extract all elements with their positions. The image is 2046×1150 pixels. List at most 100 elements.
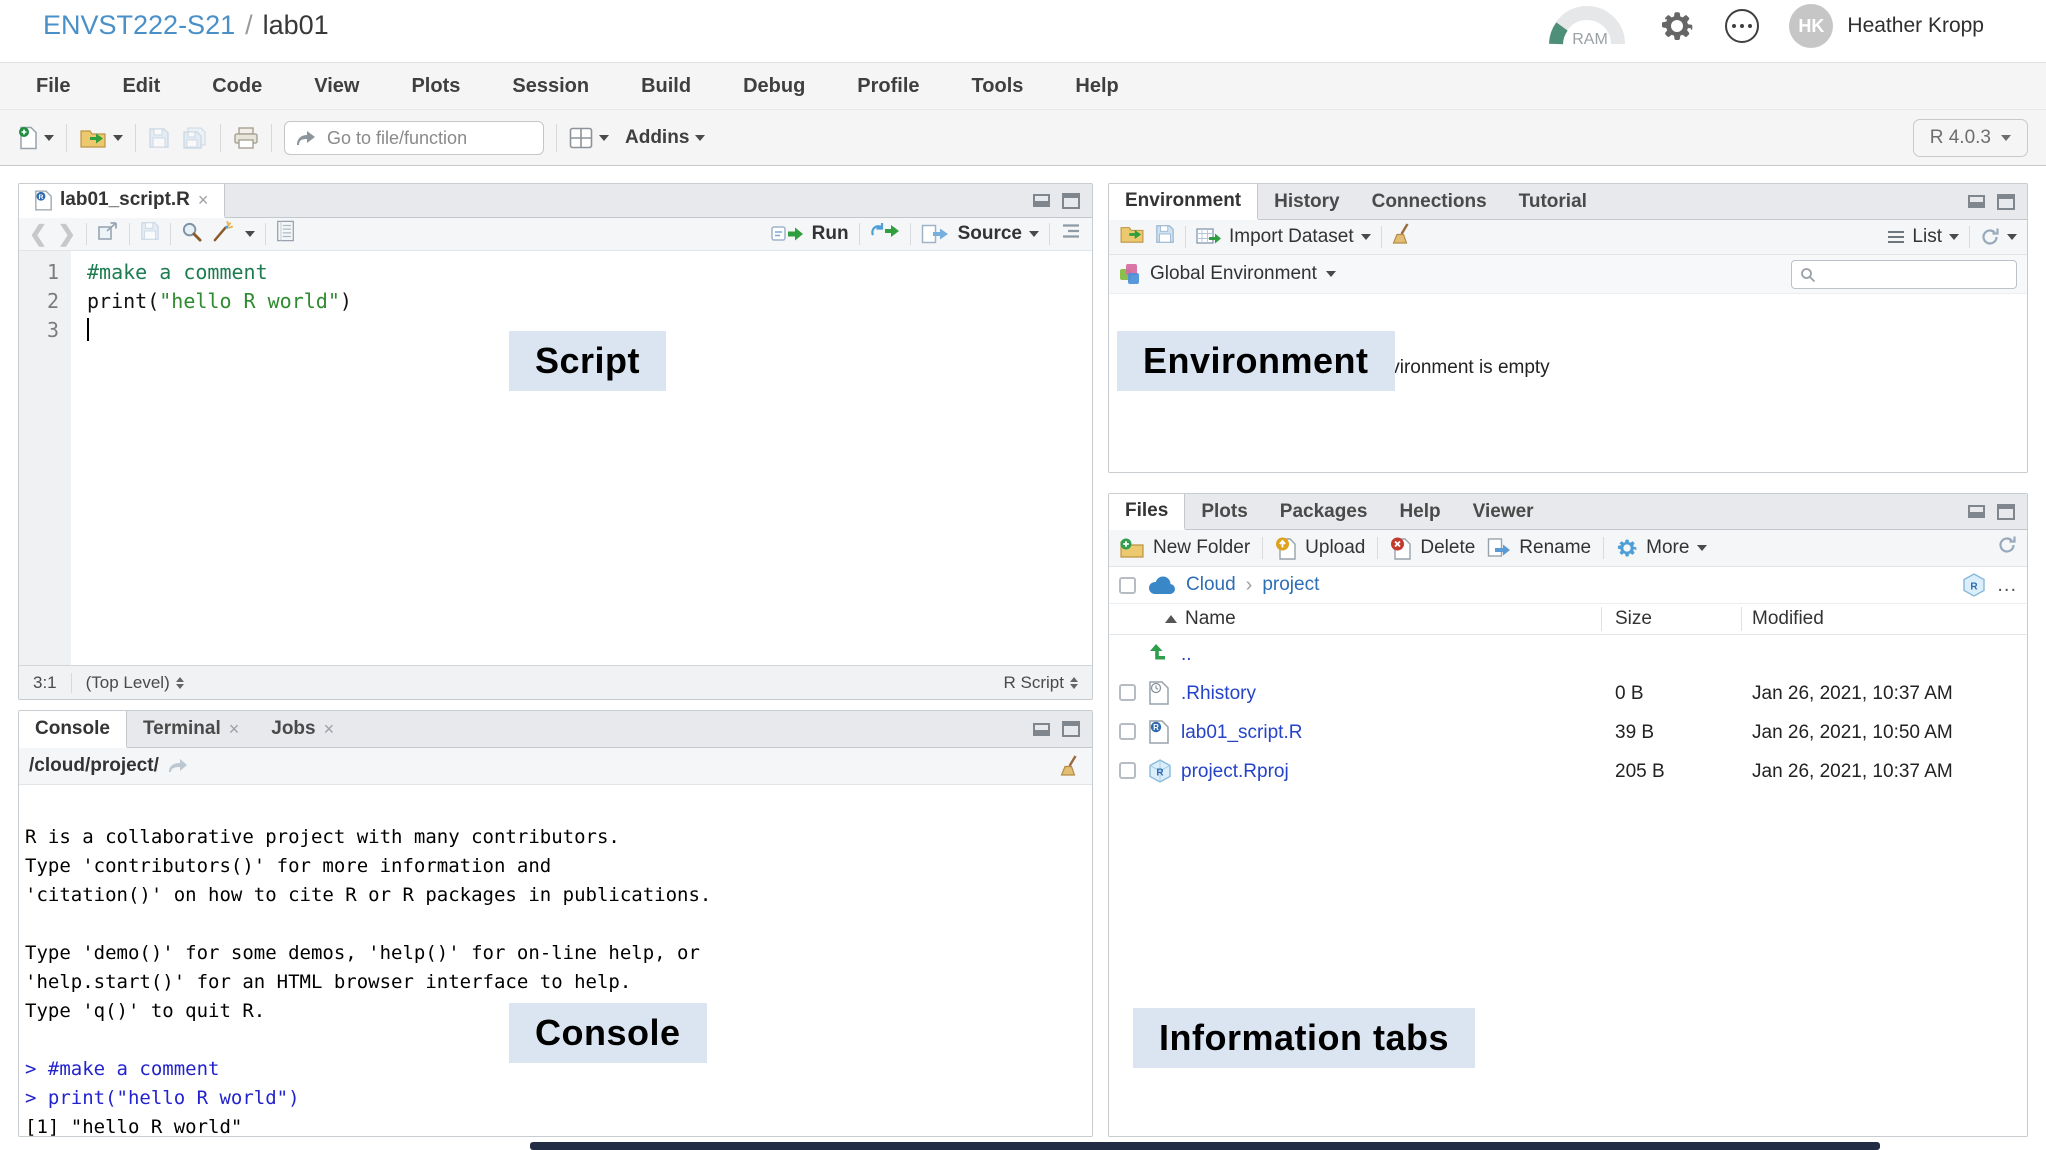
menu-item-edit[interactable]: Edit bbox=[122, 75, 160, 98]
compile-report-icon[interactable] bbox=[276, 220, 295, 248]
refresh-button[interactable] bbox=[1997, 535, 2017, 561]
menu-item-profile[interactable]: Profile bbox=[857, 75, 919, 98]
tab-lab01-script[interactable]: R lab01_script.R × bbox=[19, 184, 225, 218]
open-file-button[interactable] bbox=[79, 127, 123, 149]
settings-gear-icon[interactable] bbox=[1659, 8, 1695, 44]
chevron-down-icon[interactable] bbox=[2007, 234, 2017, 240]
checkbox[interactable] bbox=[1119, 723, 1136, 740]
back-icon[interactable]: ❮ bbox=[29, 223, 47, 245]
new-file-button[interactable] bbox=[18, 126, 54, 150]
maximize-pane-icon[interactable] bbox=[1062, 193, 1080, 209]
menu-item-build[interactable]: Build bbox=[641, 75, 691, 98]
r-version-button[interactable]: R 4.0.3 bbox=[1913, 119, 2028, 157]
tab-viewer[interactable]: Viewer bbox=[1457, 494, 1550, 529]
code-body[interactable]: #make a commentprint("hello R world") bbox=[71, 251, 1092, 666]
environment-scope-selector[interactable]: Global Environment bbox=[1150, 263, 1336, 285]
avatar[interactable]: HK bbox=[1789, 4, 1833, 48]
save-all-button[interactable] bbox=[182, 126, 208, 150]
refresh-button[interactable] bbox=[1980, 227, 2017, 247]
tab-plots[interactable]: Plots bbox=[1185, 494, 1263, 529]
rerun-button[interactable] bbox=[870, 222, 900, 246]
scope-selector[interactable]: (Top Level) bbox=[86, 673, 184, 693]
print-button[interactable] bbox=[233, 126, 259, 150]
delete-button[interactable]: Delete bbox=[1390, 536, 1475, 560]
minimize-pane-icon[interactable] bbox=[1033, 723, 1050, 736]
file-row[interactable]: Rlab01_script.R39 BJan 26, 2021, 10:50 A… bbox=[1109, 713, 2027, 752]
file-name-link[interactable]: .. bbox=[1181, 644, 1192, 666]
new-folder-button[interactable]: New Folder bbox=[1119, 537, 1250, 559]
chevron-down-icon[interactable] bbox=[113, 135, 123, 141]
file-row[interactable]: Rproject.Rproj205 BJan 26, 2021, 10:37 A… bbox=[1109, 752, 2027, 791]
menu-item-plots[interactable]: Plots bbox=[411, 75, 460, 98]
console-output[interactable]: R is a collaborative project with many c… bbox=[19, 815, 1092, 1136]
tab-jobs[interactable]: Jobs× bbox=[255, 711, 350, 747]
upload-button[interactable]: Upload bbox=[1275, 536, 1365, 560]
code-tools-wand-icon[interactable] bbox=[212, 220, 235, 249]
column-header-name[interactable]: Name bbox=[1165, 608, 1236, 630]
goto-directory-arrow-icon[interactable] bbox=[167, 758, 189, 774]
more-button[interactable]: More bbox=[1616, 537, 1707, 559]
tab-environment[interactable]: Environment bbox=[1109, 184, 1258, 220]
minimize-pane-icon[interactable] bbox=[1968, 505, 1985, 518]
load-workspace-icon[interactable] bbox=[1119, 224, 1145, 250]
tab-history[interactable]: History bbox=[1258, 184, 1355, 219]
chevron-down-icon[interactable] bbox=[245, 231, 255, 237]
list-view-button[interactable]: List bbox=[1887, 226, 1959, 248]
close-icon[interactable]: × bbox=[198, 190, 209, 211]
project-link[interactable]: ENVST222-S21 bbox=[43, 10, 235, 40]
code-editor[interactable]: 123 #make a commentprint("hello R world"… bbox=[19, 251, 1092, 666]
addins-button[interactable]: Addins bbox=[621, 127, 705, 149]
path-overflow-button[interactable]: ... bbox=[1997, 574, 2017, 597]
maximize-pane-icon[interactable] bbox=[1062, 721, 1080, 737]
menu-item-file[interactable]: File bbox=[36, 75, 70, 98]
column-header-modified[interactable]: Modified bbox=[1752, 608, 1824, 630]
file-row[interactable]: .Rhistory0 BJan 26, 2021, 10:37 AM bbox=[1109, 674, 2027, 713]
menu-item-view[interactable]: View bbox=[314, 75, 359, 98]
tab-console[interactable]: Console bbox=[19, 711, 127, 748]
file-name-link[interactable]: lab01_script.R bbox=[1181, 722, 1302, 744]
find-replace-icon[interactable] bbox=[181, 221, 202, 248]
tab-tutorial[interactable]: Tutorial bbox=[1503, 184, 1603, 219]
chevron-down-icon[interactable] bbox=[599, 135, 609, 141]
save-icon[interactable] bbox=[140, 221, 160, 247]
pane-layout-button[interactable] bbox=[569, 127, 609, 149]
save-button[interactable] bbox=[148, 127, 170, 149]
goto-file-search[interactable] bbox=[284, 121, 544, 155]
tab-packages[interactable]: Packages bbox=[1264, 494, 1384, 529]
menu-item-help[interactable]: Help bbox=[1075, 75, 1118, 98]
import-dataset-button[interactable]: Import Dataset bbox=[1196, 226, 1371, 248]
forward-icon[interactable]: ❯ bbox=[57, 223, 75, 245]
checkbox[interactable] bbox=[1119, 684, 1136, 701]
maximize-pane-icon[interactable] bbox=[1997, 194, 2015, 210]
menu-item-tools[interactable]: Tools bbox=[972, 75, 1024, 98]
ram-gauge-icon[interactable]: RAM bbox=[1547, 4, 1627, 48]
minimize-pane-icon[interactable] bbox=[1033, 194, 1050, 207]
source-button[interactable]: Source bbox=[921, 223, 1039, 245]
maximize-pane-icon[interactable] bbox=[1997, 504, 2015, 520]
menu-item-session[interactable]: Session bbox=[512, 75, 589, 98]
file-name-link[interactable]: project.Rproj bbox=[1181, 761, 1289, 783]
clear-console-broom-icon[interactable] bbox=[1060, 755, 1082, 777]
tab-connections[interactable]: Connections bbox=[1356, 184, 1503, 219]
chevron-down-icon[interactable] bbox=[44, 135, 54, 141]
menu-item-code[interactable]: Code bbox=[212, 75, 262, 98]
save-workspace-icon[interactable] bbox=[1155, 224, 1175, 250]
close-icon[interactable]: × bbox=[229, 719, 240, 740]
document-outline-icon[interactable] bbox=[1060, 222, 1082, 246]
breadcrumb-project-link[interactable]: project bbox=[1262, 574, 1319, 596]
file-type-selector[interactable]: R Script bbox=[1004, 673, 1078, 693]
tab-terminal[interactable]: Terminal× bbox=[127, 711, 255, 747]
chevron-down-icon[interactable] bbox=[1029, 231, 1039, 237]
rename-button[interactable]: Rename bbox=[1487, 537, 1591, 559]
file-row[interactable]: .. bbox=[1109, 635, 2027, 674]
popout-window-icon[interactable] bbox=[97, 221, 119, 247]
goto-file-input[interactable] bbox=[325, 127, 499, 150]
tab-files[interactable]: Files bbox=[1109, 494, 1185, 530]
clear-environment-broom-icon[interactable] bbox=[1392, 223, 1414, 251]
rproj-indicator-icon[interactable]: R bbox=[1963, 573, 1985, 597]
column-header-size[interactable]: Size bbox=[1615, 608, 1652, 630]
menu-item-debug[interactable]: Debug bbox=[743, 75, 805, 98]
tab-help[interactable]: Help bbox=[1383, 494, 1456, 529]
select-all-checkbox[interactable] bbox=[1119, 577, 1136, 594]
environment-search-input[interactable] bbox=[1822, 265, 1986, 285]
